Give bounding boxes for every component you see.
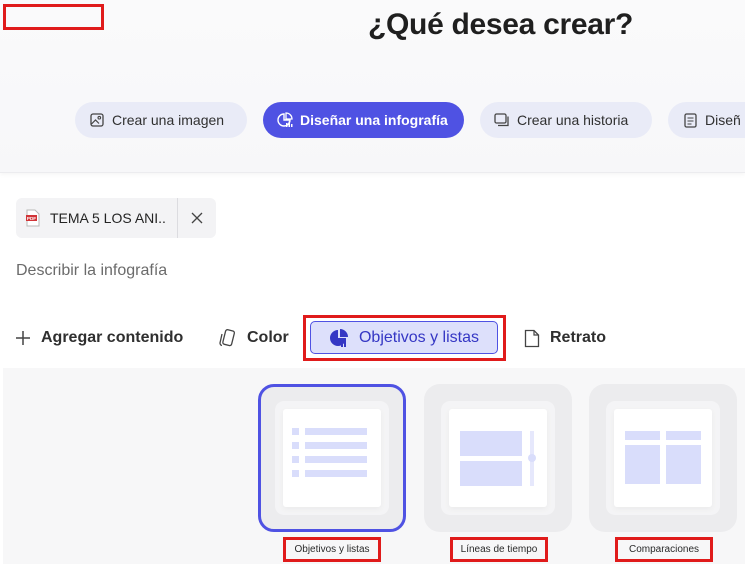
template-caption: Líneas de tiempo xyxy=(460,544,538,555)
image-icon xyxy=(89,112,105,128)
document-icon xyxy=(682,112,698,128)
remove-attachment-button[interactable] xyxy=(178,198,216,238)
portrait-page-icon xyxy=(524,329,540,347)
template-preview xyxy=(614,409,712,507)
infographic-style-icon xyxy=(329,328,349,348)
style-label: Objetivos y listas xyxy=(358,328,480,346)
page-title: ¿Qué desea crear? xyxy=(368,8,634,41)
describe-prompt-input[interactable]: Describir la infografía xyxy=(16,262,167,280)
style-objectives-lists-button[interactable]: Objetivos y listas xyxy=(310,321,498,354)
pdf-badge: PDF xyxy=(27,216,36,221)
mode-create-story-button[interactable]: Crear una historia xyxy=(480,102,652,138)
story-icon xyxy=(494,112,510,128)
mode-label: Crear una imagen xyxy=(112,112,225,128)
template-caption: Objetivos y listas xyxy=(294,544,370,555)
add-content-label: Agregar contenido xyxy=(41,329,184,346)
comparison-layout-icon xyxy=(625,431,701,484)
add-content-button[interactable]: Agregar contenido xyxy=(15,322,183,354)
highlight-box-top-left xyxy=(3,4,104,30)
template-card-objectives-lists[interactable] xyxy=(258,384,406,532)
close-icon xyxy=(191,212,203,224)
mode-label: Diseñ xyxy=(705,112,741,128)
attachment-chip[interactable]: PDF TEMA 5 LOS ANI... xyxy=(16,198,216,238)
palette-icon xyxy=(219,329,236,347)
infographic-icon xyxy=(277,112,293,128)
orientation-label: Retrato xyxy=(550,329,607,346)
attachment-file-name: TEMA 5 LOS ANI... xyxy=(50,210,168,226)
mode-design-document-button[interactable]: Diseñ xyxy=(668,102,745,138)
mode-create-image-button[interactable]: Crear una imagen xyxy=(75,102,247,138)
mode-label: Diseñar una infografía xyxy=(300,112,448,128)
orientation-button[interactable]: Retrato xyxy=(524,322,606,354)
color-label: Color xyxy=(247,329,289,346)
pdf-file-icon: PDF xyxy=(26,209,40,227)
mode-label: Crear una historia xyxy=(517,112,629,128)
mode-design-infographic-button[interactable]: Diseñar una infografía xyxy=(263,102,464,138)
list-layout-icon xyxy=(292,428,367,477)
template-card-timelines[interactable] xyxy=(424,384,572,532)
template-card-comparisons[interactable] xyxy=(589,384,737,532)
color-button[interactable]: Color xyxy=(217,322,289,354)
template-caption: Comparaciones xyxy=(628,544,700,555)
template-preview xyxy=(449,409,547,507)
template-preview xyxy=(283,409,381,507)
plus-icon xyxy=(16,331,30,345)
timeline-layout-icon xyxy=(460,431,536,486)
